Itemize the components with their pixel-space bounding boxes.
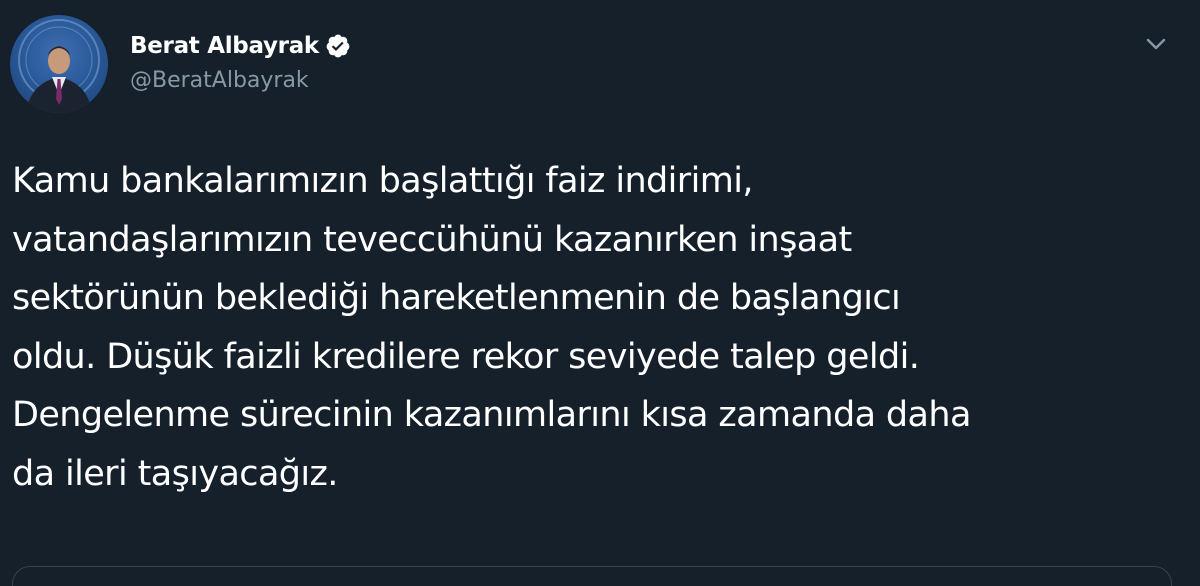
avatar[interactable] [10,15,108,113]
author-info: Berat Albayrak @BeratAlbayrak [130,30,351,93]
profile-photo-icon [18,19,100,113]
tweet: Berat Albayrak @BeratAlbayrak Kamu banka… [0,0,1200,586]
handle[interactable]: @BeratAlbayrak [130,68,351,93]
link-card[interactable] [12,566,1172,586]
verified-badge-icon [325,33,351,59]
tweet-text: Kamu bankalarımızın başlattığı faiz indi… [12,161,971,494]
display-name[interactable]: Berat Albayrak [130,33,319,59]
display-name-row: Berat Albayrak [130,30,351,62]
chevron-down-icon[interactable] [1142,30,1170,58]
